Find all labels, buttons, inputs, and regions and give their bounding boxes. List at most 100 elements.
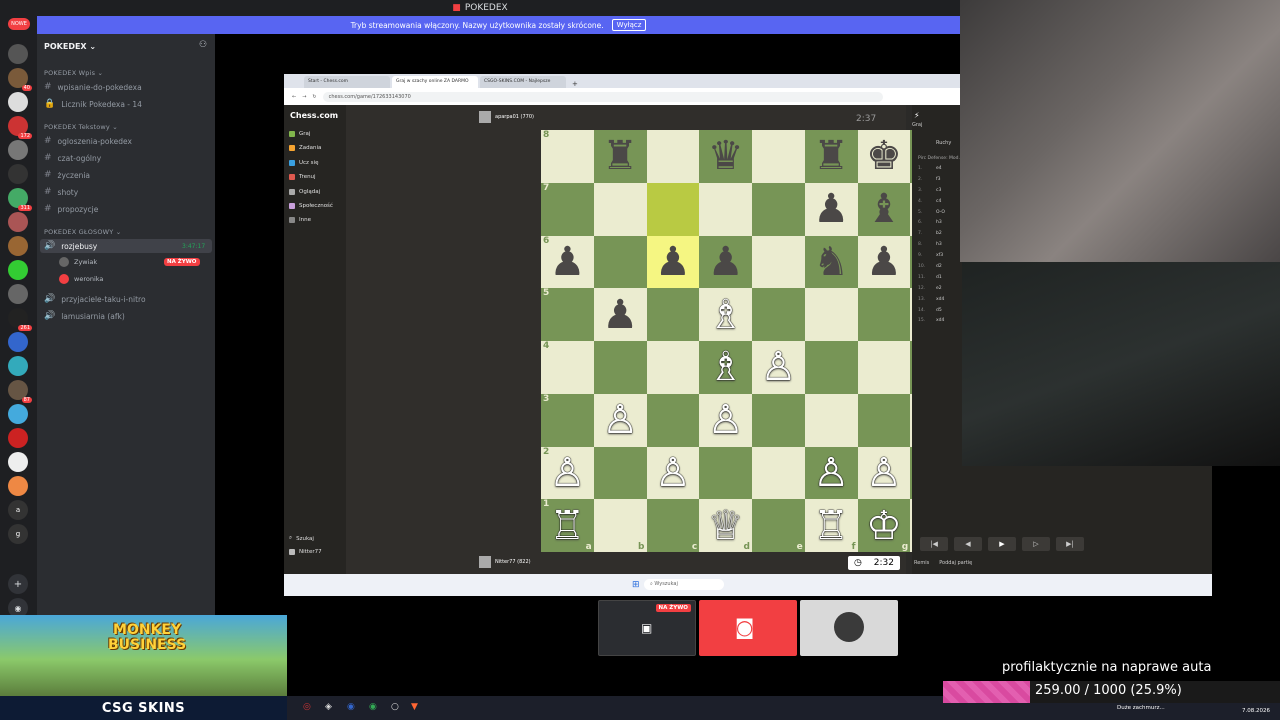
white-pawn-piece[interactable]: ♙ bbox=[760, 347, 796, 387]
board-square-d7[interactable] bbox=[699, 182, 752, 236]
prev-move-button[interactable]: ◀ bbox=[954, 537, 982, 551]
board-square-g2[interactable]: ♙ bbox=[857, 446, 911, 500]
channel-shoty[interactable]: # shoty bbox=[44, 187, 78, 197]
steam-icon[interactable]: ◈ bbox=[325, 702, 332, 712]
white-pawn-piece[interactable]: ♙ bbox=[655, 453, 691, 493]
voice-channel-lamusiarnia[interactable]: 🔊 lamusiarnia (afk) bbox=[44, 311, 125, 321]
black-pawn-piece[interactable]: ♟ bbox=[708, 242, 744, 282]
channel-czat[interactable]: # czat-ogólny bbox=[44, 153, 101, 163]
server-icon[interactable] bbox=[8, 236, 28, 256]
nav-search[interactable]: ⌕ Szukaj bbox=[289, 535, 314, 542]
server-icon[interactable] bbox=[8, 476, 28, 496]
scene-tile-avatar[interactable] bbox=[800, 600, 898, 656]
forward-icon[interactable]: → bbox=[302, 94, 306, 100]
black-knight-piece[interactable]: ♞ bbox=[813, 242, 849, 282]
white-pawn-piece[interactable]: ♙ bbox=[813, 453, 849, 493]
board-square-g5[interactable] bbox=[857, 288, 911, 341]
board-square-c6[interactable]: ♟ bbox=[646, 235, 700, 289]
server-icon[interactable] bbox=[8, 164, 28, 184]
play-tab[interactable]: Graj bbox=[912, 122, 922, 128]
windows-start-icon[interactable]: ⊞ bbox=[632, 580, 640, 590]
server-letter-a[interactable]: a bbox=[8, 500, 28, 520]
server-icon[interactable] bbox=[8, 44, 28, 64]
board-square-b7[interactable] bbox=[593, 182, 647, 236]
white-bishop-piece[interactable]: ♗ bbox=[708, 295, 744, 335]
board-square-f8[interactable]: ♜ bbox=[804, 130, 858, 183]
board-square-e3[interactable] bbox=[752, 393, 805, 447]
nav-profile[interactable]: Nitter77 bbox=[289, 549, 322, 555]
board-square-f1[interactable]: f ♖ bbox=[804, 499, 858, 552]
board-square-d5[interactable]: ♗ bbox=[699, 288, 752, 341]
server-icon[interactable] bbox=[8, 332, 28, 352]
nav-play[interactable]: Graj bbox=[289, 131, 310, 137]
scene-tile-discord[interactable]: ◙ bbox=[699, 600, 797, 656]
board-square-b8[interactable]: ♜ bbox=[593, 130, 647, 183]
board-square-f5[interactable] bbox=[804, 288, 858, 341]
board-square-g1[interactable]: g ♔ bbox=[857, 499, 911, 552]
category-glosowy[interactable]: POKEDEX GŁOSOWY ⌄ bbox=[44, 228, 121, 236]
board-square-a5[interactable]: 5 bbox=[541, 288, 594, 341]
black-pawn-piece[interactable]: ♟ bbox=[655, 242, 691, 282]
server-icon[interactable] bbox=[8, 452, 28, 472]
server-icon[interactable] bbox=[8, 212, 28, 232]
black-pawn-piece[interactable]: ♟ bbox=[549, 242, 585, 282]
board-square-e6[interactable] bbox=[752, 235, 805, 289]
board-square-b2[interactable] bbox=[593, 446, 647, 500]
app-icon[interactable]: ◎ bbox=[303, 702, 311, 712]
board-square-a3[interactable]: 3 bbox=[541, 393, 594, 447]
disable-streamer-mode-button[interactable]: Wyłącz bbox=[611, 19, 647, 31]
board-square-a7[interactable]: 7 bbox=[541, 182, 594, 236]
white-pawn-piece[interactable]: ♙ bbox=[708, 400, 744, 440]
app-icon[interactable]: ◉ bbox=[369, 702, 377, 712]
next-move-button[interactable]: ▶ bbox=[988, 537, 1016, 551]
scene-tile-screen[interactable]: NA ŻYWO ▣ bbox=[598, 600, 696, 656]
new-badge[interactable]: NOWE bbox=[8, 18, 30, 30]
board-square-d2[interactable] bbox=[699, 446, 752, 500]
board-square-b1[interactable]: b bbox=[593, 499, 647, 552]
board-square-c3[interactable] bbox=[646, 393, 700, 447]
server-icon[interactable] bbox=[8, 284, 28, 304]
draw-button[interactable]: Remis bbox=[914, 560, 929, 566]
board-square-f2[interactable]: ♙ bbox=[804, 446, 858, 500]
browser-tab[interactable]: CSGO-SKINS.COM - Najlepsze bbox=[480, 76, 566, 88]
brave-icon[interactable]: ▼ bbox=[411, 702, 418, 712]
white-king-piece[interactable]: ♔ bbox=[866, 506, 902, 546]
channel-wpisanie[interactable]: # wpisanie-do-pokedexa bbox=[44, 82, 142, 92]
black-rook-piece[interactable]: ♜ bbox=[602, 136, 638, 176]
play-move-button[interactable]: ▷ bbox=[1022, 537, 1050, 551]
black-queen-piece[interactable]: ♛ bbox=[708, 136, 744, 176]
nav-watch[interactable]: Oglądaj bbox=[289, 189, 320, 195]
reload-icon[interactable]: ↻ bbox=[312, 94, 316, 100]
board-square-c4[interactable] bbox=[646, 341, 700, 394]
nav-puzzles[interactable]: Zadania bbox=[289, 145, 321, 151]
board-square-c8[interactable] bbox=[646, 130, 700, 183]
last-move-button[interactable]: ▶| bbox=[1056, 537, 1084, 551]
server-icon[interactable] bbox=[8, 428, 28, 448]
server-name[interactable]: POKEDEX ⌄ bbox=[44, 42, 96, 51]
white-pawn-piece[interactable]: ♙ bbox=[866, 453, 902, 493]
board-square-d4[interactable]: ♗ bbox=[699, 341, 752, 394]
taskbar-search[interactable]: ⌕ Wyszukaj bbox=[644, 579, 724, 590]
server-icon[interactable]: 40 bbox=[8, 68, 32, 91]
board-square-g6[interactable]: ♟ bbox=[857, 235, 911, 289]
board-square-b5[interactable]: ♟ bbox=[593, 288, 647, 341]
chess-board[interactable]: 8♜♛♜♚7♟♝♟6♟♟♟♞♟5♟♗4♗♙3♙♙♙2♙♙♙♙1a♖bcd♕ef♖… bbox=[541, 130, 963, 552]
board-square-f3[interactable] bbox=[804, 393, 858, 447]
play-tab-icon[interactable]: ⚡ bbox=[914, 111, 920, 120]
board-square-e7[interactable] bbox=[752, 182, 805, 236]
server-icon[interactable]: 311 bbox=[8, 188, 32, 211]
server-icon[interactable] bbox=[8, 260, 28, 280]
nav-more[interactable]: Inne bbox=[289, 217, 311, 223]
nav-train[interactable]: Trenuj bbox=[289, 174, 316, 180]
board-square-d8[interactable]: ♛ bbox=[699, 130, 752, 183]
first-move-button[interactable]: |◀ bbox=[920, 537, 948, 551]
nav-learn[interactable]: Ucz się bbox=[289, 160, 318, 166]
board-square-a1[interactable]: 1 a ♖ bbox=[541, 499, 594, 552]
nav-community[interactable]: Społeczność bbox=[289, 203, 333, 209]
chess-logo[interactable]: Chess.com bbox=[290, 111, 338, 120]
server-icon[interactable]: 261 bbox=[8, 308, 32, 331]
board-square-b6[interactable] bbox=[593, 235, 647, 289]
channel-ogloszenia[interactable]: # ogloszenia-pokedex bbox=[44, 136, 132, 146]
board-square-g3[interactable] bbox=[857, 393, 911, 447]
black-rook-piece[interactable]: ♜ bbox=[813, 136, 849, 176]
